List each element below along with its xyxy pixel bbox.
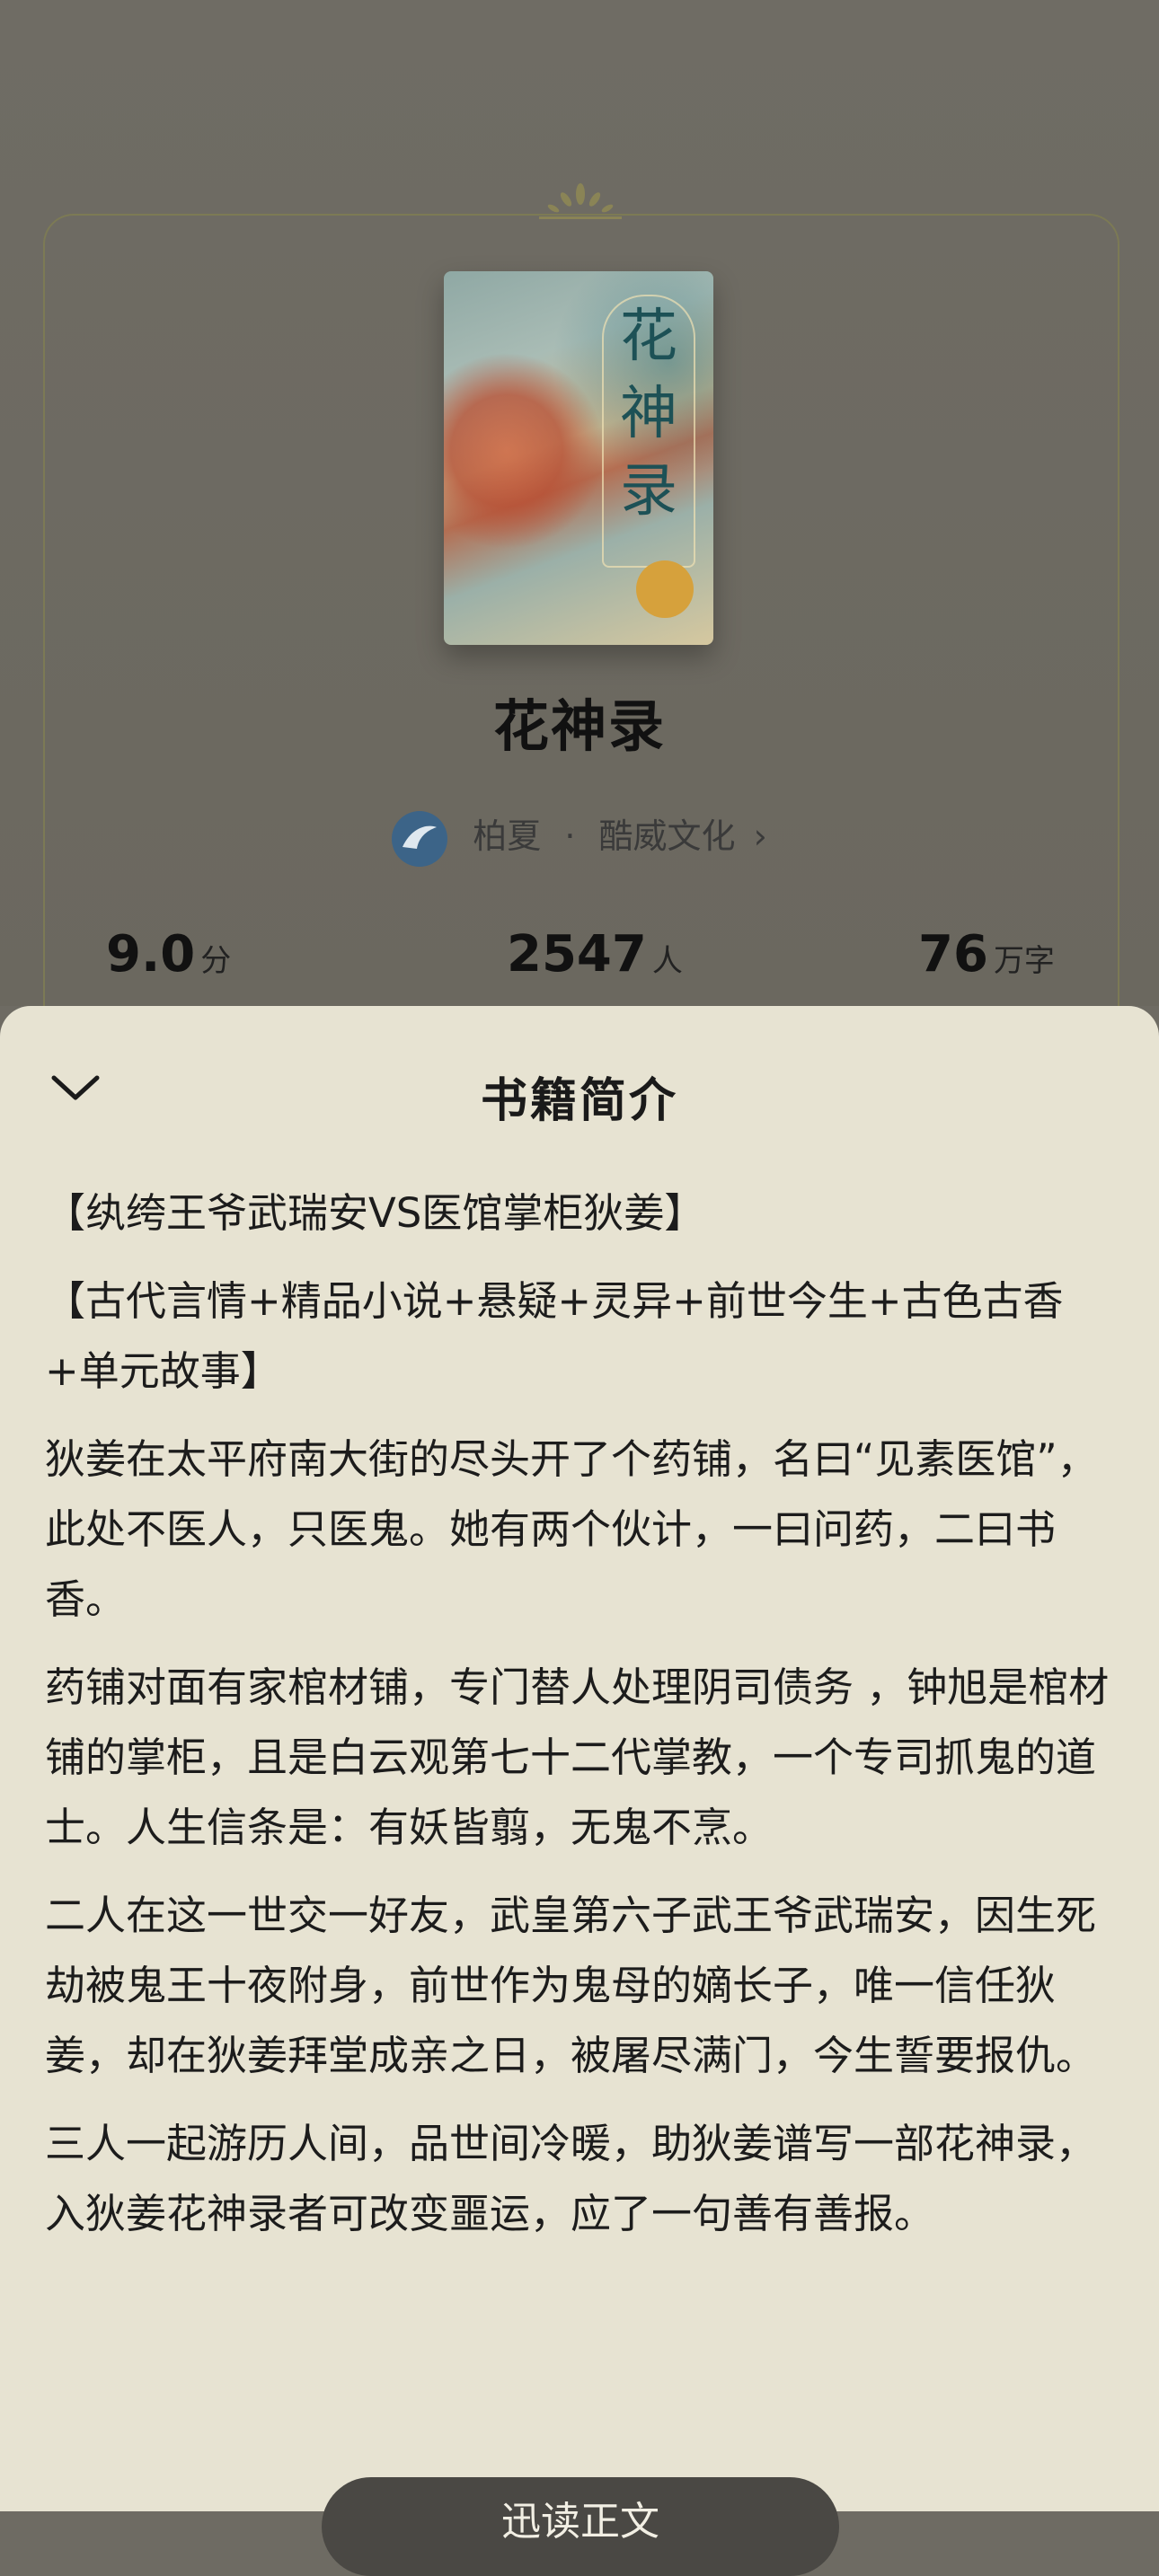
ornament-icon bbox=[539, 183, 622, 219]
intro-paragraph: 【纨绔王爷武瑞安VS医馆掌柜狄姜】 bbox=[45, 1189, 705, 1237]
read-text-button[interactable]: 迅读正文 bbox=[322, 2477, 839, 2576]
author-publisher-link[interactable]: 柏夏 · 酷威文化 › bbox=[0, 808, 1159, 867]
cover-seal bbox=[636, 560, 694, 618]
cover-title-art: 花神录 bbox=[620, 304, 677, 525]
intro-paragraph: 药铺对面有家棺材铺，专门替人处理阴司债务 ，钟旭是棺材铺的掌柜，且是白云观第七十… bbox=[45, 1663, 1110, 1851]
sheet-title: 书籍简介 bbox=[480, 1074, 678, 1128]
rating-unit: 分 bbox=[200, 943, 232, 979]
intro-paragraph: 三人一起游历人间，品世间冷暖，助狄姜谱写一部花神录，入狄姜花神录者可改变噩运，应… bbox=[45, 2120, 1097, 2237]
author-name: 柏夏 bbox=[473, 816, 542, 856]
intro-paragraph: 狄姜在太平府南大街的尽头开了个药铺，名曰“见素医馆”，此处不医人，只医鬼。她有两… bbox=[45, 1435, 1098, 1623]
readers-unit: 人 bbox=[651, 943, 683, 979]
bird-logo-icon bbox=[403, 825, 438, 849]
intro-paragraph: 二人在这一世交一好友，武皇第六子武王爷武瑞安，因生死劫被鬼王十夜附身，前世作为鬼… bbox=[45, 1892, 1097, 2079]
readers-value: 2547 bbox=[507, 925, 647, 984]
rating-value: 9.0 bbox=[106, 925, 196, 984]
book-cover-image[interactable]: 花神录 bbox=[444, 271, 713, 645]
book-stats: 9.0 分 2547 人 76 万字 bbox=[0, 925, 1159, 997]
intro-paragraph: 【古代言情+精品小说+悬疑+灵异+前世今生+古色古香+单元故事】 bbox=[45, 1277, 1064, 1395]
stat-readers: 2547 人 bbox=[507, 925, 683, 984]
stat-word-count: 76 万字 bbox=[918, 925, 1055, 984]
book-title: 花神录 bbox=[492, 693, 666, 759]
stat-rating: 9.0 分 bbox=[106, 925, 231, 984]
word-count-value: 76 bbox=[918, 925, 988, 984]
publisher-name: 酷威文化 bbox=[598, 816, 736, 856]
author-avatar bbox=[392, 810, 448, 867]
separator-dot: · bbox=[564, 816, 576, 856]
chevron-right-icon: › bbox=[753, 816, 767, 856]
book-intro-text: 【纨绔王爷武瑞安VS医馆掌柜狄姜】 【古代言情+精品小说+悬疑+灵异+前世今生+… bbox=[45, 1178, 1118, 2267]
word-count-unit: 万字 bbox=[993, 943, 1055, 979]
